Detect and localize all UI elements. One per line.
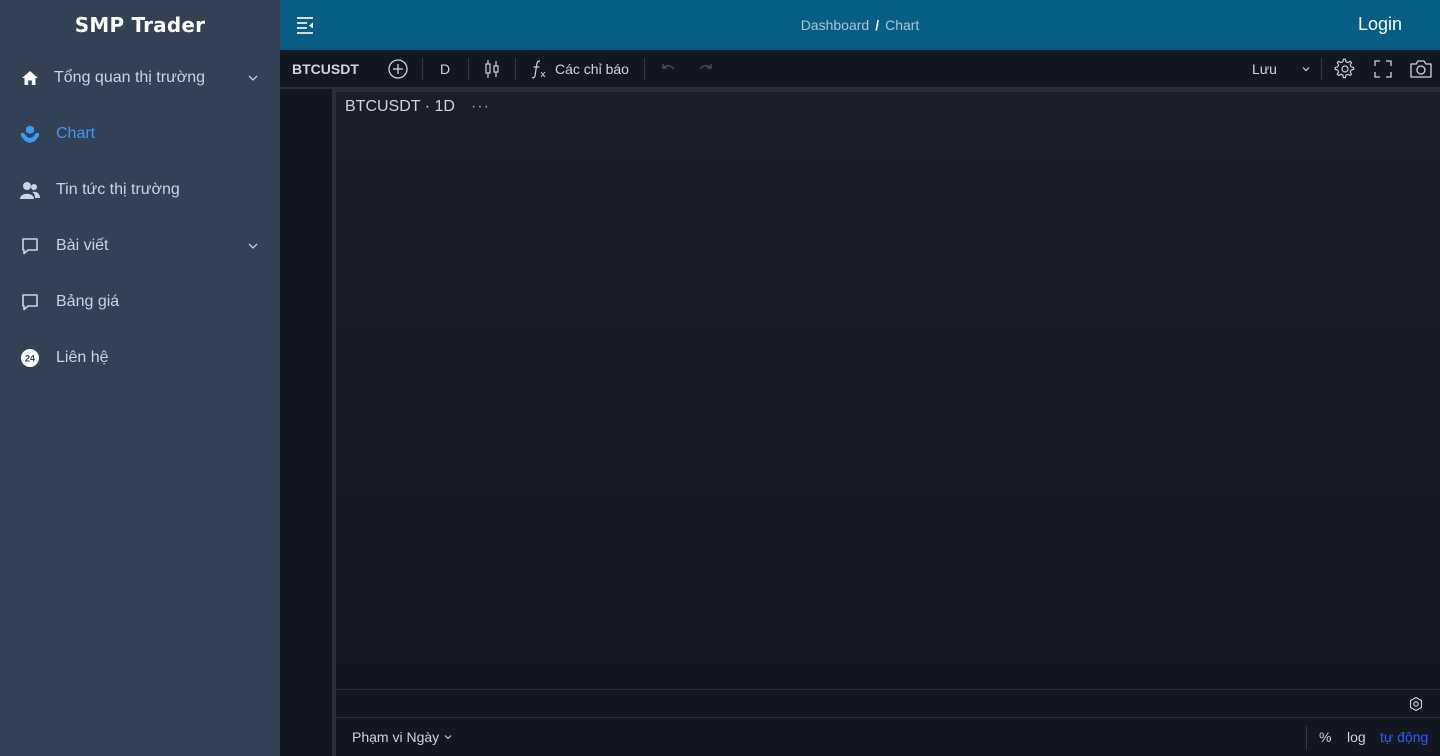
- log-scale-toggle[interactable]: log: [1347, 729, 1366, 745]
- comment-icon: [20, 236, 40, 256]
- drawing-toolbar[interactable]: [280, 89, 332, 756]
- svg-text:24: 24: [25, 354, 35, 364]
- brand-logo[interactable]: SMP Trader: [0, 0, 280, 50]
- undo-icon: [662, 64, 675, 70]
- undo-button[interactable]: [659, 50, 677, 88]
- breadcrumb-chart: Chart: [885, 17, 920, 33]
- date-range-label: Phạm vi Ngày: [352, 729, 440, 745]
- more-options-button[interactable]: ···: [471, 98, 490, 116]
- bottom-toolbar: Phạm vi Ngày % log tự động: [336, 717, 1440, 756]
- percent-scale-toggle[interactable]: %: [1319, 729, 1331, 745]
- chevron-down-icon: [1302, 67, 1310, 72]
- chevron-down-icon: [444, 735, 452, 740]
- home-icon: [20, 68, 40, 88]
- toolbar-divider: [468, 58, 469, 80]
- chart-pane[interactable]: BTCUSDT · 1D ···: [336, 92, 1440, 689]
- toolbar-divider: [422, 58, 423, 80]
- breadcrumb-dashboard[interactable]: Dashboard: [801, 17, 870, 33]
- chevron-down-icon: [248, 243, 258, 249]
- redo-icon: [699, 64, 712, 70]
- date-range-dropdown[interactable]: Phạm vi Ngày: [352, 729, 453, 745]
- support-24-icon: 24: [20, 348, 40, 368]
- chart-toolbar: BTCUSDT D Các chỉ báo Lưu: [280, 50, 1440, 88]
- sidebar-item-market-news[interactable]: Tin tức thị trường: [0, 162, 280, 218]
- login-button[interactable]: Login: [1358, 14, 1402, 35]
- comment-icon: [20, 292, 40, 312]
- bottom-divider: [1306, 726, 1307, 750]
- indicators-label: Các chỉ báo: [555, 61, 629, 77]
- sidebar-item-label: Chart: [56, 125, 96, 142]
- sidebar-item-label: Bài viết: [56, 237, 109, 254]
- top-header: Dashboard / Chart Login: [280, 0, 1440, 50]
- series-title[interactable]: BTCUSDT · 1D: [345, 98, 455, 116]
- sidebar-item-posts[interactable]: Bài viết: [0, 218, 280, 274]
- time-axis[interactable]: [336, 689, 1440, 717]
- sidebar-item-market-overview[interactable]: Tổng quan thị trường: [0, 50, 280, 106]
- chart-settings-button[interactable]: [1334, 50, 1356, 88]
- save-menu-dropdown[interactable]: [1301, 50, 1311, 88]
- camera-icon: [1410, 60, 1432, 78]
- add-circle-icon: [388, 59, 408, 79]
- candlestick-icon: [485, 60, 499, 78]
- auto-scale-toggle[interactable]: tự động: [1380, 729, 1428, 745]
- sidebar-item-label: Tin tức thị trường: [56, 181, 180, 198]
- toolbar-divider: [644, 58, 645, 80]
- gear-icon: [1334, 58, 1355, 79]
- chevron-down-icon: [248, 75, 258, 81]
- fullscreen-icon: [1374, 60, 1392, 78]
- sidebar-item-contact[interactable]: 24 Liên hệ: [0, 330, 280, 386]
- sidebar-menu: Tổng quan thị trường Chart Tin tức thị t…: [0, 50, 280, 386]
- chart-style-button[interactable]: [483, 50, 501, 88]
- interval-button[interactable]: D: [440, 50, 450, 88]
- toolbar-divider: [515, 58, 516, 80]
- function-fx-icon: [531, 60, 546, 79]
- chart-hands-icon: [20, 124, 40, 144]
- screenshot-button[interactable]: [1409, 50, 1433, 88]
- compare-symbol-button[interactable]: [387, 50, 409, 88]
- sidebar: SMP Trader Tổng quan thị trường Chart Ti…: [0, 0, 280, 756]
- series-legend: BTCUSDT · 1D ···: [345, 98, 490, 116]
- save-button[interactable]: Lưu: [1252, 50, 1277, 88]
- breadcrumb-separator: /: [875, 17, 880, 33]
- toolbar-divider: [1321, 58, 1322, 80]
- sidebar-item-label: Bảng giá: [56, 293, 120, 310]
- settings-icon[interactable]: [1408, 696, 1424, 712]
- indicators-button[interactable]: Các chỉ báo: [530, 50, 629, 88]
- sidebar-item-label: Tổng quan thị trường: [54, 69, 206, 86]
- sidebar-item-chart[interactable]: Chart: [0, 106, 280, 162]
- sidebar-item-label: Liên hệ: [56, 349, 109, 366]
- fullscreen-button[interactable]: [1373, 50, 1393, 88]
- breadcrumb: Dashboard / Chart: [280, 17, 1440, 33]
- symbol-search-button[interactable]: BTCUSDT: [292, 50, 359, 88]
- users-icon: [20, 180, 40, 200]
- sidebar-item-price-board[interactable]: Bảng giá: [0, 274, 280, 330]
- redo-button[interactable]: [697, 50, 715, 88]
